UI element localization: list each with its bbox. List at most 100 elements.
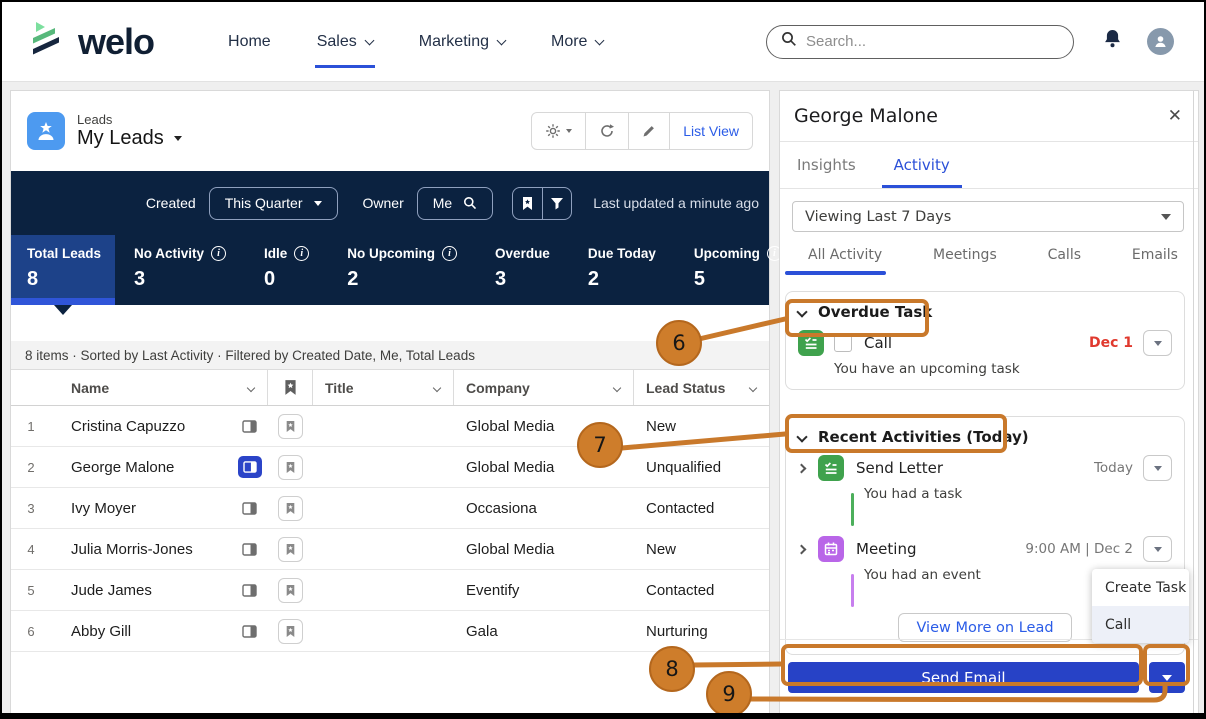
send-email-dropdown-button[interactable] bbox=[1149, 662, 1185, 693]
selected-kpi-pointer bbox=[54, 305, 72, 315]
subtab-calls[interactable]: Calls bbox=[1048, 247, 1081, 263]
row-bookmark-button[interactable] bbox=[278, 413, 303, 439]
nav-home-label: Home bbox=[228, 32, 271, 50]
open-side-panel-icon[interactable] bbox=[242, 419, 257, 433]
caret-down-icon bbox=[1153, 340, 1162, 346]
bookmark-button[interactable] bbox=[513, 188, 542, 219]
chevron-right-icon[interactable] bbox=[796, 544, 807, 554]
open-side-panel-icon-active[interactable] bbox=[238, 456, 262, 478]
open-side-panel-icon[interactable] bbox=[242, 542, 257, 556]
kpi-due-today[interactable]: Due Today 2 bbox=[569, 235, 675, 305]
overdue-task-section-toggle[interactable]: Overdue Task bbox=[796, 302, 1172, 322]
table-row[interactable]: 3 Ivy Moyer Occasiona Contacted bbox=[11, 488, 769, 529]
open-side-panel-icon[interactable] bbox=[242, 583, 257, 597]
nav-item-sales[interactable]: Sales bbox=[314, 33, 375, 68]
activity-actions-dropdown[interactable] bbox=[1143, 536, 1172, 562]
subtab-meetings[interactable]: Meetings bbox=[933, 247, 997, 263]
row-bookmark-button[interactable] bbox=[278, 454, 303, 480]
row-bookmark-button[interactable] bbox=[278, 495, 303, 521]
open-side-panel-icon[interactable] bbox=[242, 501, 257, 515]
tab-insights[interactable]: Insights bbox=[797, 156, 856, 174]
tab-activity[interactable]: Activity bbox=[881, 156, 962, 188]
nav-item-home[interactable]: Home bbox=[228, 33, 271, 51]
kpi-label: Overdue bbox=[495, 246, 550, 261]
lead-title bbox=[313, 570, 454, 610]
close-icon[interactable]: ✕ bbox=[1168, 106, 1182, 126]
global-search[interactable] bbox=[766, 24, 1074, 59]
row-bookmark-button[interactable] bbox=[278, 618, 303, 644]
activity-filter-tabs: All Activity Meetings Calls Emails bbox=[785, 247, 1178, 275]
column-header-lead-status[interactable]: Lead Status bbox=[634, 370, 769, 405]
info-icon: i bbox=[211, 246, 227, 261]
task-actions-dropdown[interactable] bbox=[1143, 330, 1172, 356]
panel-title: George Malone bbox=[794, 105, 938, 127]
chevron-down-icon bbox=[612, 383, 622, 392]
caret-down-icon bbox=[1153, 546, 1162, 552]
app-window: welo Home Sales Marketing More Search...… bbox=[0, 0, 1206, 719]
list-meta-text: 8 items · Sorted by Last Activity · Filt… bbox=[25, 347, 475, 363]
kpi-label: No Activity bbox=[134, 246, 205, 261]
row-bookmark-button[interactable] bbox=[278, 536, 303, 562]
filter-funnel-button[interactable] bbox=[542, 187, 571, 219]
activity-range-select[interactable]: Viewing Last 7 Days bbox=[792, 201, 1184, 232]
notification-bell-icon[interactable] bbox=[1102, 28, 1123, 55]
send-email-button[interactable]: Send Email bbox=[788, 662, 1139, 693]
caret-down-icon bbox=[173, 136, 182, 141]
table-row-selected[interactable]: 2 George Malone Global Media Unqualified bbox=[11, 447, 769, 488]
table-row[interactable]: 6 Abby Gill Gala Nurturing bbox=[11, 611, 769, 652]
chevron-right-icon[interactable] bbox=[796, 463, 807, 473]
lead-status: Unqualified bbox=[646, 458, 722, 476]
column-header-name[interactable]: Name bbox=[51, 370, 268, 405]
activity-item-task: Send Letter Today You had a task bbox=[796, 455, 1172, 528]
menu-item-call[interactable]: Call bbox=[1092, 606, 1189, 643]
refresh-icon bbox=[601, 124, 615, 137]
table-row[interactable]: 1 Cristina Capuzzo Global Media New bbox=[11, 406, 769, 447]
column-header-bookmark[interactable] bbox=[268, 370, 313, 405]
edit-button[interactable] bbox=[629, 113, 671, 149]
user-avatar[interactable] bbox=[1147, 28, 1174, 55]
list-view-selector[interactable]: My Leads bbox=[77, 127, 182, 150]
lead-company: Global Media bbox=[466, 540, 555, 558]
info-icon: i bbox=[442, 246, 458, 261]
kpi-no-activity[interactable]: No Activity i 3 bbox=[115, 235, 245, 305]
kpi-overdue[interactable]: Overdue 3 bbox=[476, 235, 569, 305]
column-header-company[interactable]: Company bbox=[454, 370, 634, 405]
brand-name: welo bbox=[78, 20, 155, 62]
created-filter-button[interactable]: This Quarter bbox=[208, 186, 338, 220]
lead-company: Eventify bbox=[466, 581, 520, 599]
owner-filter-button[interactable]: Me bbox=[416, 186, 494, 220]
lead-title bbox=[313, 488, 454, 528]
nav-item-marketing[interactable]: Marketing bbox=[418, 32, 507, 51]
row-number: 3 bbox=[27, 500, 35, 516]
list-view-button[interactable]: List View bbox=[670, 113, 752, 149]
kpi-label: No Upcoming bbox=[347, 246, 436, 261]
lead-status: Contacted bbox=[646, 499, 715, 517]
panel-tabs: Insights Activity bbox=[780, 142, 1198, 189]
nav-marketing-label: Marketing bbox=[418, 32, 489, 50]
row-bookmark-button[interactable] bbox=[278, 577, 303, 603]
row-number-header bbox=[11, 370, 51, 405]
table-row[interactable]: 4 Julia Morris-Jones Global Media New bbox=[11, 529, 769, 570]
search-input[interactable] bbox=[806, 33, 1059, 50]
open-side-panel-icon[interactable] bbox=[242, 624, 257, 638]
view-more-on-lead-button[interactable]: View More on Lead bbox=[898, 613, 1072, 642]
settings-gear-button[interactable] bbox=[532, 113, 587, 149]
caret-down-icon bbox=[1161, 213, 1171, 220]
brand-logo[interactable]: welo bbox=[30, 19, 155, 64]
refresh-button[interactable] bbox=[586, 113, 630, 149]
menu-item-create-task[interactable]: Create Task bbox=[1092, 569, 1189, 606]
nav-item-more[interactable]: More bbox=[551, 33, 605, 51]
kpi-no-upcoming[interactable]: No Upcoming i 2 bbox=[328, 235, 476, 305]
kpi-total-leads[interactable]: Total Leads 8 bbox=[11, 235, 116, 305]
panel-scrollbar-track[interactable] bbox=[1193, 91, 1194, 713]
chevron-down-icon bbox=[246, 383, 256, 392]
table-row[interactable]: 5 Jude James Eventify Contacted bbox=[11, 570, 769, 611]
kpi-idle[interactable]: Idle i 0 bbox=[245, 235, 328, 305]
recent-activities-section-toggle[interactable]: Recent Activities (Today) bbox=[796, 427, 1172, 447]
task-checkbox[interactable] bbox=[834, 334, 852, 352]
column-header-title[interactable]: Title bbox=[313, 370, 454, 405]
owner-label: Owner bbox=[362, 195, 404, 211]
activity-actions-dropdown[interactable] bbox=[1143, 455, 1172, 481]
subtab-emails[interactable]: Emails bbox=[1132, 247, 1178, 263]
subtab-all-activity[interactable]: All Activity bbox=[808, 247, 882, 263]
